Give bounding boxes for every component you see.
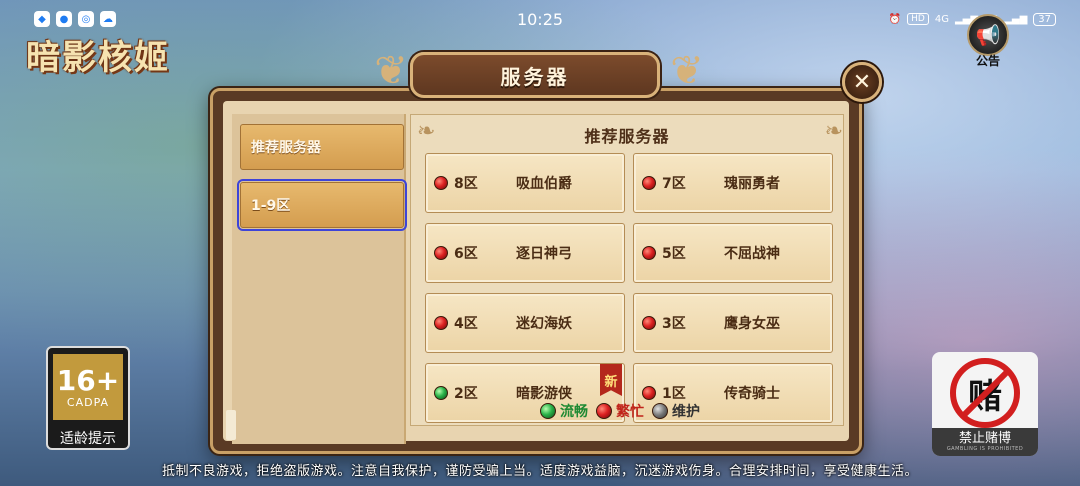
tab-zone-1-9[interactable]: 1-9区 (237, 179, 407, 231)
age-rating-badge: 16+ CADPA 适龄提示 (46, 346, 130, 450)
tab-label: 1-9区 (251, 198, 291, 214)
status-smooth-icon (434, 386, 448, 400)
server-zone: 3区 (662, 316, 686, 332)
server-list-panel: ❧ ❧ 推荐服务器 8区 吸血伯爵 7区 瑰丽勇者 6区 逐日神弓 5区 不屈战… (410, 114, 844, 426)
list-scroll-handle[interactable] (226, 410, 236, 440)
status-smooth-icon (540, 403, 556, 419)
server-name: 瑰丽勇者 (724, 176, 780, 192)
server-zone: 4区 (454, 316, 478, 332)
server-name: 吸血伯爵 (516, 176, 572, 192)
status-legend: 流畅 繁忙 维护 (540, 400, 700, 422)
status-busy-icon (642, 316, 656, 330)
no-gambling-icon: 赌 (950, 358, 1020, 428)
status-busy-icon (434, 246, 448, 260)
server-item[interactable]: 6区 逐日神弓 (425, 223, 625, 283)
legend-busy: 繁忙 (596, 401, 644, 421)
game-logo: 暗影核姬 (26, 38, 170, 78)
server-name: 传奇骑士 (724, 386, 780, 402)
battery-indicator: 37 (1033, 12, 1056, 26)
age-rating-plate: 16+ CADPA (53, 354, 123, 420)
notification-icons: ◆ ● ◎ ☁ (34, 11, 116, 27)
alarm-icon: ⏰ (888, 13, 902, 25)
server-zone: 8区 (454, 176, 478, 192)
close-icon: ✕ (852, 69, 872, 95)
no-gambling-label: 禁止赌博 (958, 431, 1011, 446)
legend-label: 流畅 (560, 404, 588, 420)
status-maintenance-icon (652, 403, 668, 419)
legend-label: 繁忙 (616, 404, 644, 420)
age-rating-org: CADPA (66, 395, 110, 409)
server-item[interactable]: 3区 鹰身女巫 (633, 293, 833, 353)
server-item[interactable]: 8区 吸血伯爵 (425, 153, 625, 213)
new-badge: 新 (600, 364, 622, 396)
age-rating-label: 适龄提示 (60, 431, 116, 447)
server-name: 鹰身女巫 (724, 316, 780, 332)
ornament-right-icon: ❦ (670, 48, 704, 94)
server-item[interactable]: 4区 迷幻海妖 (425, 293, 625, 353)
no-gambling-badge: 赌 禁止赌博 GAMBLING IS PROHIBITED (932, 352, 1038, 456)
status-busy-icon (434, 316, 448, 330)
gamble-glyph: 赌 (968, 376, 1002, 417)
status-busy-icon (434, 176, 448, 190)
dialog-title-plate: 服务器 (410, 52, 660, 98)
server-name: 不屈战神 (724, 246, 780, 262)
megaphone-icon: 📢 (967, 14, 1009, 56)
legend-label: 维护 (672, 404, 700, 420)
no-gambling-sublabel: GAMBLING IS PROHIBITED (946, 446, 1024, 452)
notice-button[interactable]: 📢 公告 (962, 14, 1014, 70)
server-name: 逐日神弓 (516, 246, 572, 262)
app-notification-icon: ◆ (34, 11, 50, 27)
health-notice: 抵制不良游戏，拒绝盗版游戏。注意自我保护，谨防受骗上当。适度游戏益脑，沉迷游戏伤… (161, 464, 918, 479)
age-rating-number: 16+ (56, 363, 120, 397)
status-busy-icon (642, 176, 656, 190)
server-zone: 2区 (454, 386, 478, 402)
legend-maintenance: 维护 (652, 401, 700, 421)
chat-notification-icon: ● (56, 11, 72, 27)
panel-title: 推荐服务器 (584, 127, 670, 146)
status-busy-icon (596, 403, 612, 419)
server-item[interactable]: 5区 不屈战神 (633, 223, 833, 283)
tab-recommended[interactable]: 推荐服务器 (240, 124, 404, 170)
server-item[interactable]: 7区 瑰丽勇者 (633, 153, 833, 213)
no-gambling-caption: 禁止赌博 GAMBLING IS PROHIBITED (932, 428, 1038, 456)
server-zone: 6区 (454, 246, 478, 262)
legend-smooth: 流畅 (540, 401, 588, 421)
notice-label: 公告 (975, 54, 1000, 68)
dialog-title: 服务器 (500, 64, 570, 89)
server-zone: 5区 (662, 246, 686, 262)
server-zone: 7区 (662, 176, 686, 192)
tab-label: 推荐服务器 (251, 140, 321, 156)
status-busy-icon (642, 386, 656, 400)
server-category-list: 推荐服务器 1-9区 (232, 114, 407, 444)
server-name: 迷幻海妖 (516, 316, 572, 332)
status-busy-icon (642, 246, 656, 260)
browser-notification-icon: ◎ (78, 11, 94, 27)
network-indicator-1: 4G (934, 13, 949, 25)
cloud-notification-icon: ☁ (100, 11, 116, 27)
hd-indicator: HD (907, 13, 929, 25)
close-button[interactable]: ✕ (842, 62, 882, 102)
